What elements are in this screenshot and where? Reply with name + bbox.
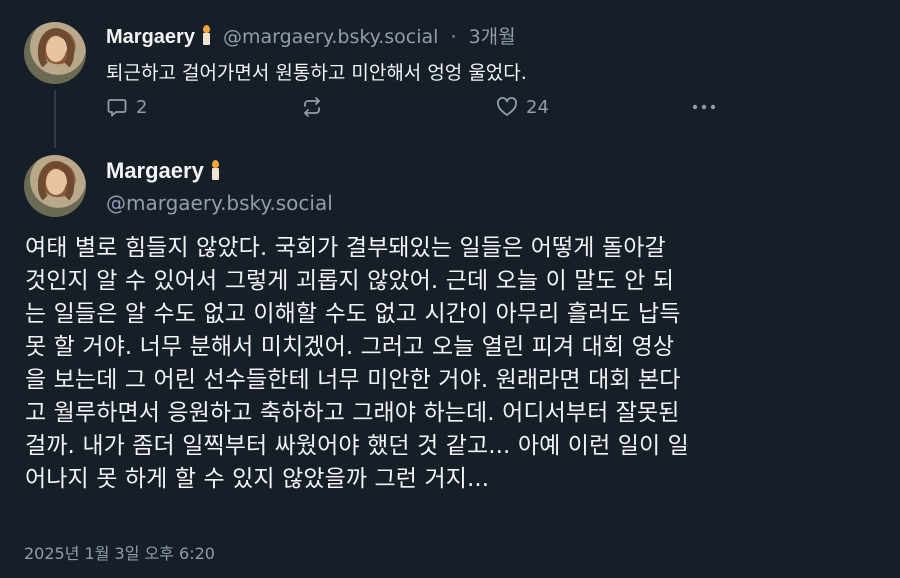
post-text-line: 여태 별로 힘들지 않았다. 국회가 결부돼있는 일들은 어떻게 돌아갈 <box>25 235 666 261</box>
repost-arrows-icon <box>304 97 320 117</box>
reply-button[interactable]: 2 <box>106 96 147 118</box>
post-text-line: 을 보는데 그 어린 선수들한테 너무 미안한 거야. 원래라면 대회 본다 <box>25 367 681 393</box>
post-text-line: 걸까. 내가 좀더 일찍부터 싸웠어야 했던 것 같고... 아예 이런 일이 … <box>25 433 689 459</box>
speech-bubble-icon <box>107 99 127 117</box>
main-avatar[interactable] <box>24 155 86 217</box>
avatar-face <box>46 169 66 195</box>
heart-icon <box>497 97 517 116</box>
header-separator: · <box>450 26 457 48</box>
main-author-name-row: Margaery <box>106 158 220 184</box>
main-author-handle[interactable]: @margaery.bsky.social <box>106 191 333 215</box>
avatar-face <box>46 36 66 62</box>
candle-icon <box>210 160 220 180</box>
post-text-line: 어나지 못 하게 할 수 있지 않았을까 그런 거지... <box>25 466 490 492</box>
reply-count: 2 <box>136 96 148 118</box>
parent-avatar[interactable] <box>24 22 86 84</box>
main-post-text: 여태 별로 힘들지 않았다. 국회가 결부돼있는 일들은 어떻게 돌아갈 것인지… <box>25 232 880 496</box>
parent-relative-time[interactable]: 3개월 <box>469 26 516 48</box>
parent-author-name[interactable]: Margaery <box>106 26 195 48</box>
thread-connector-line <box>54 90 56 148</box>
parent-post-text: 퇴근하고 걸어가면서 원통하고 미안해서 엉엉 울었다. <box>106 62 527 84</box>
parent-post-header: Margaery @margaery.bsky.social · 3개월 <box>106 22 516 49</box>
parent-post-actions: 2 24 <box>106 96 718 122</box>
candle-icon <box>201 25 211 45</box>
post-text-line: 것인지 알 수 있어서 그렇게 괴롭지 않았어. 근데 오늘 이 말도 안 되 <box>25 268 675 294</box>
main-author-name[interactable]: Margaery <box>106 158 204 183</box>
like-button[interactable]: 24 <box>496 96 549 118</box>
post-timestamp: 2025년 1월 3일 오후 6:20 <box>24 544 215 563</box>
post-text-line: 못 할 거야. 너무 분해서 미치겠어. 그러고 오늘 열린 피겨 대회 영상 <box>25 334 675 360</box>
post-text-line: 고 월루하면서 응원하고 축하하고 그래야 하는데. 어디서부터 잘못된 <box>25 400 680 426</box>
repost-button[interactable] <box>301 96 323 118</box>
more-dots-icon <box>692 104 716 110</box>
post-text-line: 는 일들은 알 수도 없고 이해할 수도 없고 시간이 아무리 흘러도 납득 <box>25 301 681 327</box>
more-options-button[interactable] <box>690 96 718 118</box>
parent-author-handle[interactable]: @margaery.bsky.social <box>223 26 438 48</box>
like-count: 24 <box>526 96 549 118</box>
